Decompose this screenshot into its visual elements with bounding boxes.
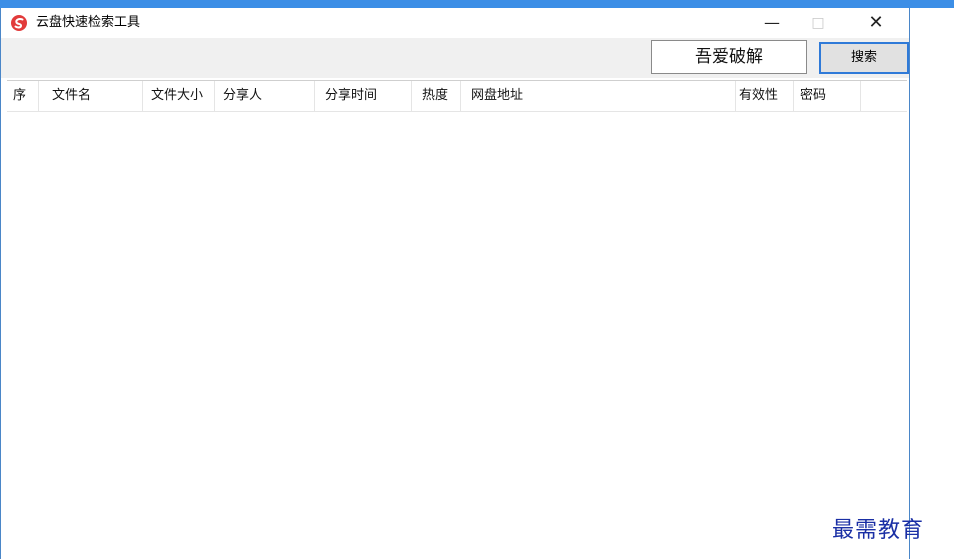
- app-logo-icon: [11, 15, 27, 31]
- column-header-disk-url[interactable]: 网盘地址: [461, 81, 736, 111]
- column-header-index[interactable]: 序: [7, 81, 39, 111]
- column-header-share-time[interactable]: 分享时间: [315, 81, 412, 111]
- window-title: 云盘快速检索工具: [36, 15, 141, 30]
- column-header-sharer[interactable]: 分享人: [215, 81, 315, 111]
- search-button[interactable]: 搜索: [819, 42, 909, 74]
- watermark-text: 最需教育: [832, 518, 925, 543]
- app-window: 云盘快速检索工具 — □ ✕ 吾爱破解 搜索 序 文件名 文件大小 分享人 分享…: [0, 8, 910, 560]
- column-header-validity[interactable]: 有效性: [736, 81, 794, 111]
- list-header: 序 文件名 文件大小 分享人 分享时间 热度 网盘地址 有效性 密码: [7, 81, 907, 112]
- title-bar[interactable]: 云盘快速检索工具 — □ ✕: [1, 8, 909, 38]
- desktop-top-strip: [0, 0, 954, 8]
- maximize-button[interactable]: □: [795, 8, 841, 38]
- minimize-button[interactable]: —: [749, 8, 795, 38]
- close-button[interactable]: ✕: [853, 8, 899, 38]
- results-list[interactable]: 序 文件名 文件大小 分享人 分享时间 热度 网盘地址 有效性 密码: [7, 80, 907, 560]
- column-header-password[interactable]: 密码: [794, 81, 861, 111]
- column-header-filesize[interactable]: 文件大小: [143, 81, 215, 111]
- search-toolbar: 吾爱破解 搜索: [1, 38, 909, 78]
- column-header-filename[interactable]: 文件名: [39, 81, 143, 111]
- search-input[interactable]: 吾爱破解: [651, 40, 807, 74]
- column-header-popularity[interactable]: 热度: [412, 81, 461, 111]
